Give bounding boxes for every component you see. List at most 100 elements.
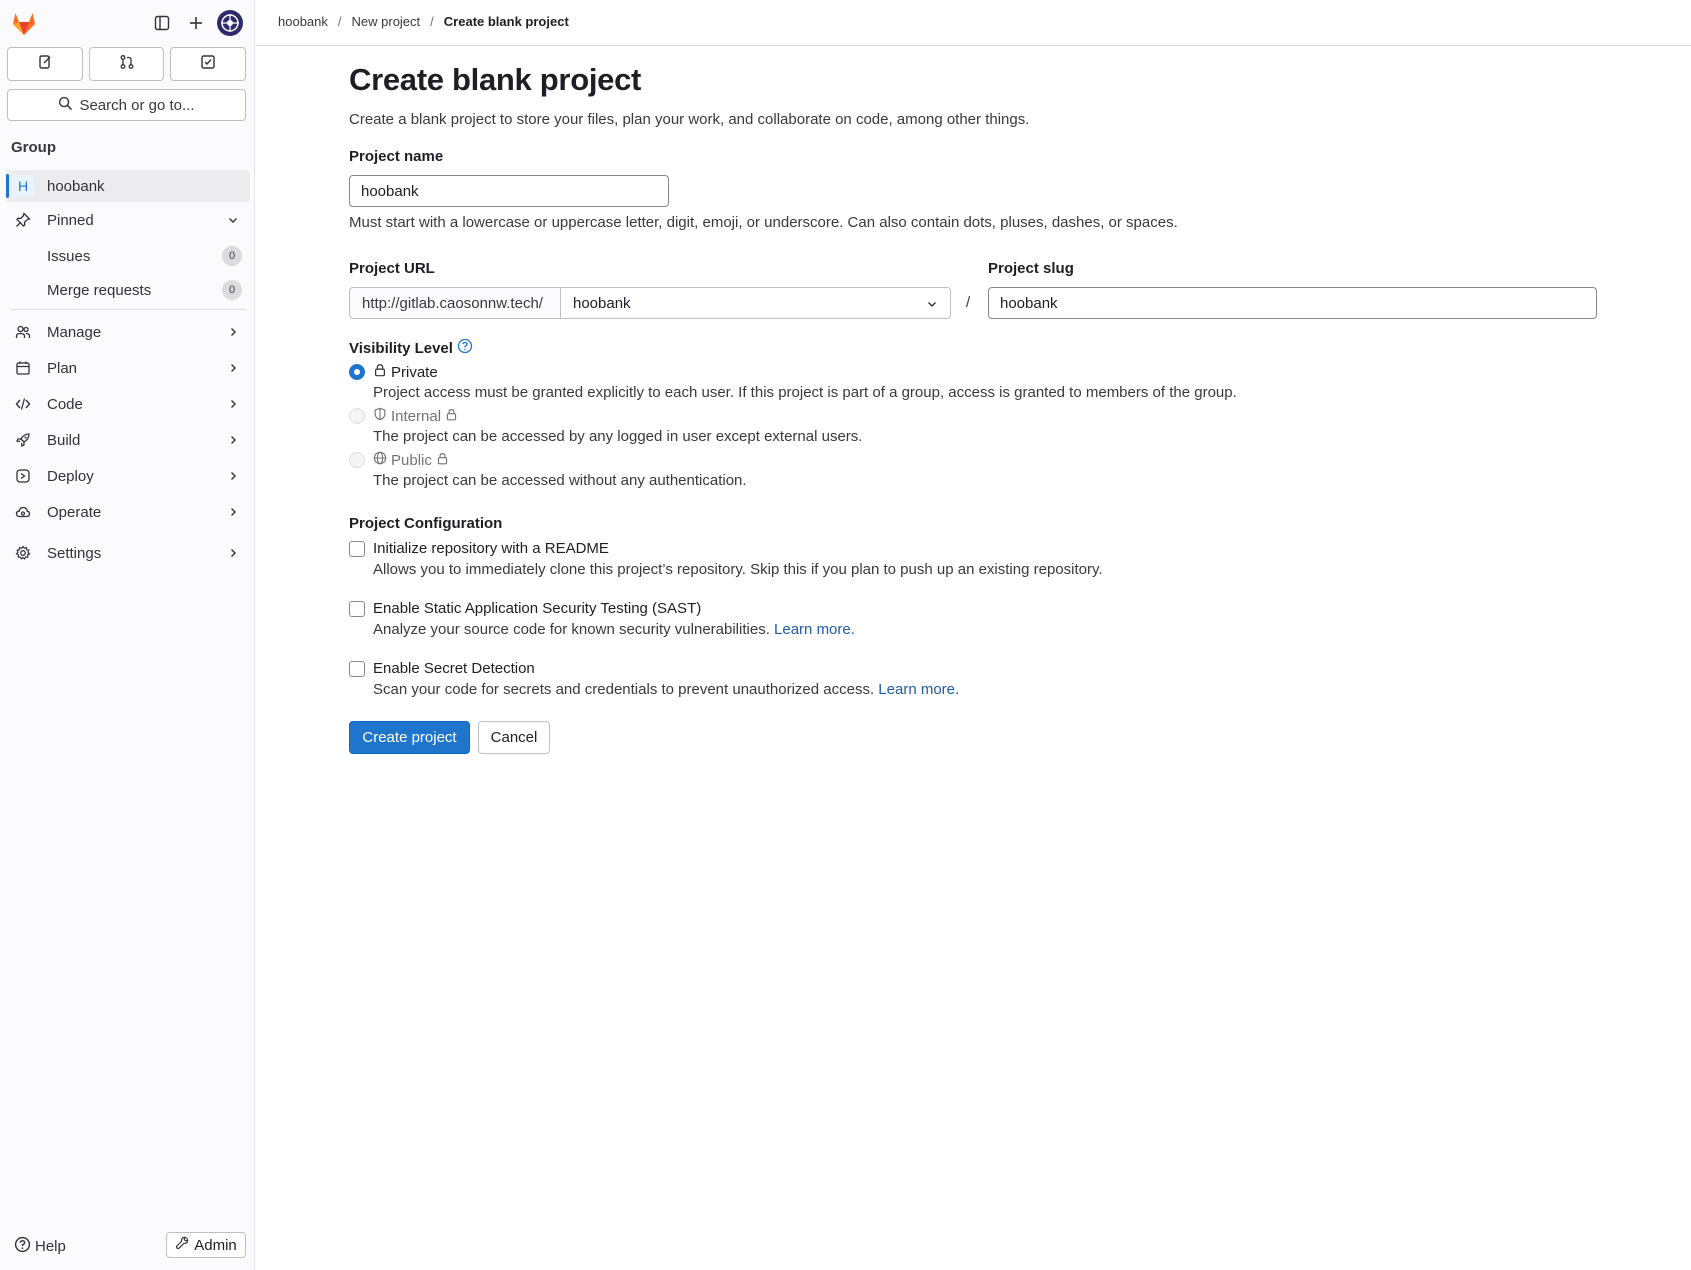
deploy-icon	[8, 468, 38, 484]
secret-detection-option[interactable]: Enable Secret Detection	[349, 660, 535, 677]
secret-detection-description-row: Scan your code for secrets and credentia…	[373, 681, 959, 698]
issues-tab[interactable]	[7, 47, 83, 81]
sast-label: Enable Static Application Security Testi…	[373, 600, 702, 617]
visibility-public-option[interactable]: Public	[349, 451, 449, 469]
internal-label: Internal	[391, 407, 442, 425]
group-name: hoobank	[47, 177, 105, 195]
sidebar-item-merge-requests[interactable]: Merge requests 0	[6, 274, 250, 306]
chevron-right-icon	[222, 470, 244, 482]
project-name-input[interactable]: hoobank	[349, 175, 669, 207]
sidebar-item-issues[interactable]: Issues 0	[6, 240, 250, 272]
namespace-select[interactable]: hoobank	[560, 287, 951, 319]
readme-checkbox[interactable]	[349, 540, 365, 557]
sidebar-item-operate[interactable]: Operate	[6, 496, 250, 528]
help-button[interactable]: Help	[14, 1236, 66, 1257]
page-description: Create a blank project to store your fil…	[349, 111, 1030, 128]
chevron-right-icon	[222, 547, 244, 559]
sidebar-item-group[interactable]: H hoobank	[6, 170, 250, 202]
internal-radio[interactable]	[349, 408, 365, 424]
project-slug-label: Project slug	[988, 260, 1074, 277]
sidebar: Search or go to... Group H hoobank Pinne…	[0, 0, 255, 1270]
breadcrumb-new-project-link[interactable]: New project	[352, 14, 421, 29]
question-circle-icon[interactable]	[457, 338, 473, 358]
project-url-label: Project URL	[349, 260, 435, 277]
visibility-label: Visibility Level	[349, 338, 473, 358]
secret-detection-label: Enable Secret Detection	[373, 660, 535, 677]
sidebar-item-label: Issues	[47, 247, 91, 265]
group-avatar: H	[12, 175, 34, 197]
url-slug-separator: /	[966, 294, 971, 311]
visibility-label-text: Visibility Level	[349, 339, 453, 357]
count-badge: 0	[222, 280, 242, 300]
sidebar-item-label: Merge requests	[47, 281, 152, 299]
page-title: Create blank project	[349, 62, 642, 97]
sidebar-item-code[interactable]: Code	[6, 388, 250, 420]
sidebar-item-label: Code	[47, 395, 83, 413]
sast-description-row: Analyze your source code for known secur…	[373, 621, 855, 638]
project-slug-input[interactable]: hoobank	[988, 287, 1597, 319]
sast-checkbox[interactable]	[349, 600, 365, 617]
public-description: The project can be accessed without any …	[373, 472, 747, 489]
readme-option[interactable]: Initialize repository with a README	[349, 540, 609, 557]
private-radio[interactable]	[349, 364, 365, 380]
visibility-internal-option[interactable]: Internal	[349, 407, 458, 425]
search-label: Search or go to...	[79, 96, 195, 114]
cancel-button[interactable]: Cancel	[478, 721, 550, 754]
pinned-label: Pinned	[47, 211, 94, 229]
namespace-value: hoobank	[573, 294, 631, 312]
user-avatar[interactable]	[217, 10, 243, 36]
sidebar-item-deploy[interactable]: Deploy	[6, 460, 250, 492]
sidebar-item-label: Operate	[47, 503, 102, 521]
gitlab-logo[interactable]	[10, 10, 38, 36]
sidebar-section-title: Group	[11, 139, 56, 156]
breadcrumb-current[interactable]: Create blank project	[444, 14, 569, 29]
sidebar-item-label: Settings	[47, 544, 102, 562]
sidebar-item-plan[interactable]: Plan	[6, 352, 250, 384]
chevron-right-icon	[222, 434, 244, 446]
project-configuration-label: Project Configuration	[349, 515, 503, 532]
globe-icon	[373, 451, 387, 469]
merge-requests-tab[interactable]	[88, 47, 165, 81]
issues-icon	[37, 54, 53, 74]
breadcrumb-group-link[interactable]: hoobank	[278, 14, 328, 29]
count-badge: 0	[222, 246, 242, 266]
sidebar-toggle-icon[interactable]	[150, 11, 174, 35]
secret-detection-checkbox[interactable]	[349, 660, 365, 677]
plus-icon[interactable]	[184, 11, 208, 35]
secret-detection-description: Scan your code for secrets and credentia…	[373, 681, 875, 698]
sidebar-footer: Help Admin	[0, 1220, 255, 1270]
project-name-label: Project name	[349, 148, 444, 165]
sidebar-item-build[interactable]: Build	[6, 424, 250, 456]
public-radio[interactable]	[349, 452, 365, 468]
sidebar-item-settings[interactable]: Settings	[6, 537, 250, 569]
pin-icon	[8, 212, 38, 228]
sidebar-item-label: Build	[47, 431, 81, 449]
private-label: Private	[391, 363, 438, 381]
breadcrumb-separator: /	[337, 14, 342, 29]
create-project-button[interactable]: Create project	[349, 721, 470, 754]
readme-description: Allows you to immediately clone this pro…	[373, 561, 1103, 578]
admin-button[interactable]: Admin	[166, 1232, 246, 1258]
calendar-icon	[8, 360, 38, 376]
help-label: Help	[35, 1238, 66, 1255]
todo-icon	[200, 54, 216, 74]
chevron-right-icon	[222, 398, 244, 410]
sidebar-item-pinned[interactable]: Pinned	[6, 204, 250, 236]
breadcrumb-separator: /	[430, 14, 434, 29]
visibility-private-option[interactable]: Private	[349, 363, 438, 381]
sidebar-item-manage[interactable]: Manage	[6, 316, 250, 348]
breadcrumb: hoobank / New project / Create blank pro…	[278, 14, 569, 29]
internal-description: The project can be accessed by any logge…	[373, 428, 863, 445]
rocket-icon	[8, 432, 38, 448]
private-description: Project access must be granted explicitl…	[373, 384, 1237, 401]
sast-learn-more-link[interactable]: Learn more.	[774, 621, 855, 638]
sast-option[interactable]: Enable Static Application Security Testi…	[349, 600, 701, 617]
sast-description: Analyze your source code for known secur…	[373, 621, 770, 638]
lock-icon	[436, 452, 449, 469]
sidebar-top-bar	[0, 0, 255, 46]
secret-detection-learn-more-link[interactable]: Learn more.	[878, 681, 959, 698]
chevron-right-icon	[222, 506, 244, 518]
todos-tab[interactable]	[170, 47, 247, 81]
search-button[interactable]: Search or go to...	[7, 89, 246, 121]
gear-icon	[8, 545, 38, 561]
